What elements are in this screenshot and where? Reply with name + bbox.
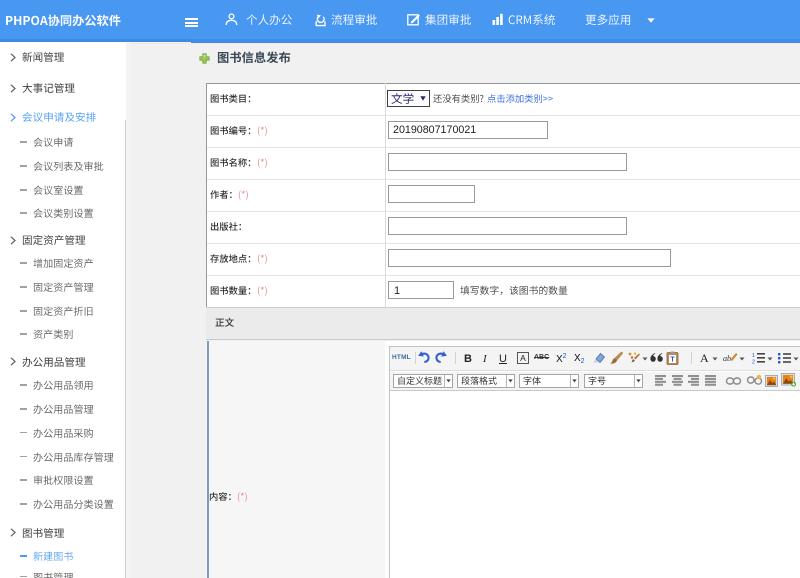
svg-text:2: 2 — [752, 359, 755, 365]
svg-text:1: 1 — [752, 353, 755, 359]
svg-text:T: T — [670, 357, 675, 364]
svg-text:ab: ab — [723, 354, 731, 363]
